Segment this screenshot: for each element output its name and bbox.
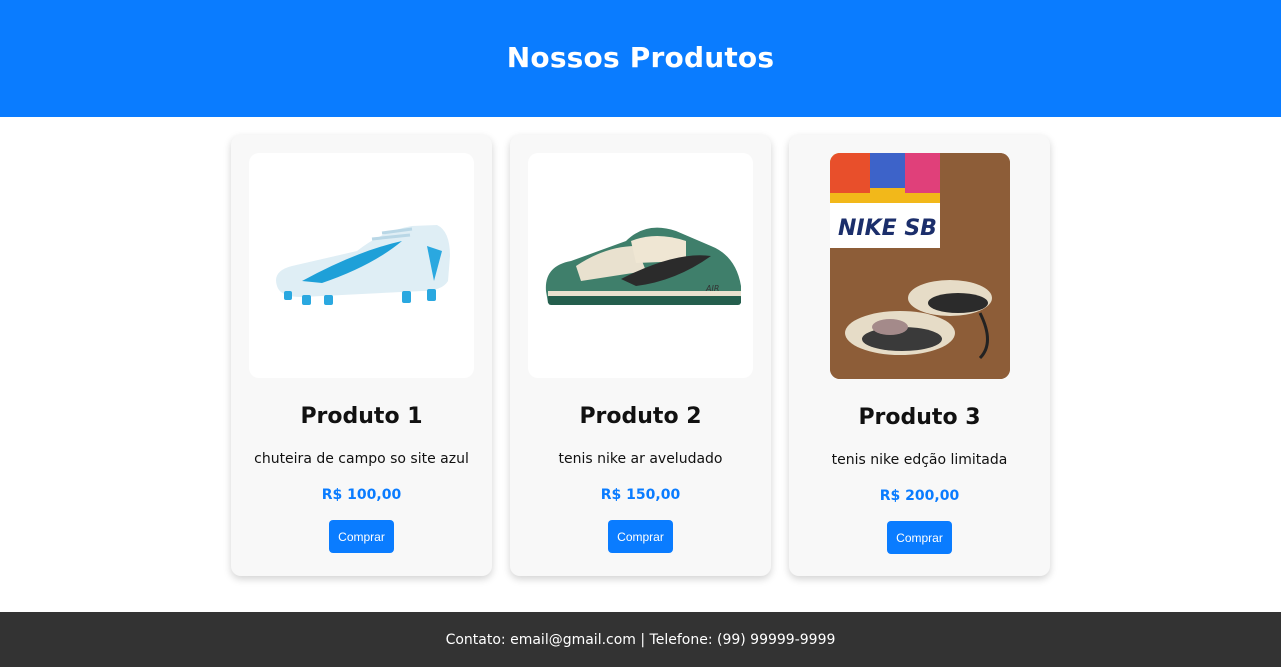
- product-description: tenis nike ar aveludado: [558, 451, 723, 467]
- product-description: tenis nike edção limitada: [831, 452, 1008, 468]
- page-header: Nossos Produtos: [0, 0, 1281, 117]
- green-sneaker-air-icon: AIR: [545, 227, 741, 305]
- svg-text:AIR: AIR: [705, 284, 719, 293]
- product-name: Produto 1: [300, 404, 423, 429]
- nike-sb-box-sneakers-photo: NIKE SB: [829, 153, 1010, 379]
- product-image: [249, 153, 474, 378]
- buy-button[interactable]: Comprar: [887, 521, 952, 554]
- product-image: NIKE SB: [829, 153, 1010, 379]
- footer-contact-text: Contato: email@gmail.com | Telefone: (99…: [445, 631, 836, 648]
- product-price: R$ 200,00: [879, 488, 960, 504]
- product-name: Produto 2: [579, 404, 702, 429]
- product-name: Produto 3: [858, 405, 981, 430]
- buy-button[interactable]: Comprar: [608, 520, 673, 553]
- buy-button[interactable]: Comprar: [329, 520, 394, 553]
- page-title: Nossos Produtos: [506, 41, 775, 74]
- product-card: AIR Produto 2 tenis nike ar aveludado R$…: [510, 135, 771, 576]
- product-card: NIKE SB Produto 3 tenis nike edção limit…: [789, 135, 1050, 576]
- product-price: R$ 100,00: [321, 487, 402, 503]
- page-footer: Contato: email@gmail.com | Telefone: (99…: [0, 612, 1281, 667]
- svg-text:NIKE SB: NIKE SB: [838, 216, 937, 241]
- product-list: Produto 1 chuteira de campo so site azul…: [0, 135, 1281, 576]
- soccer-cleat-light-blue-icon: [275, 224, 450, 305]
- product-description: chuteira de campo so site azul: [254, 451, 469, 467]
- product-image: AIR: [528, 153, 753, 378]
- product-card: Produto 1 chuteira de campo so site azul…: [231, 135, 492, 576]
- product-price: R$ 150,00: [600, 487, 681, 503]
